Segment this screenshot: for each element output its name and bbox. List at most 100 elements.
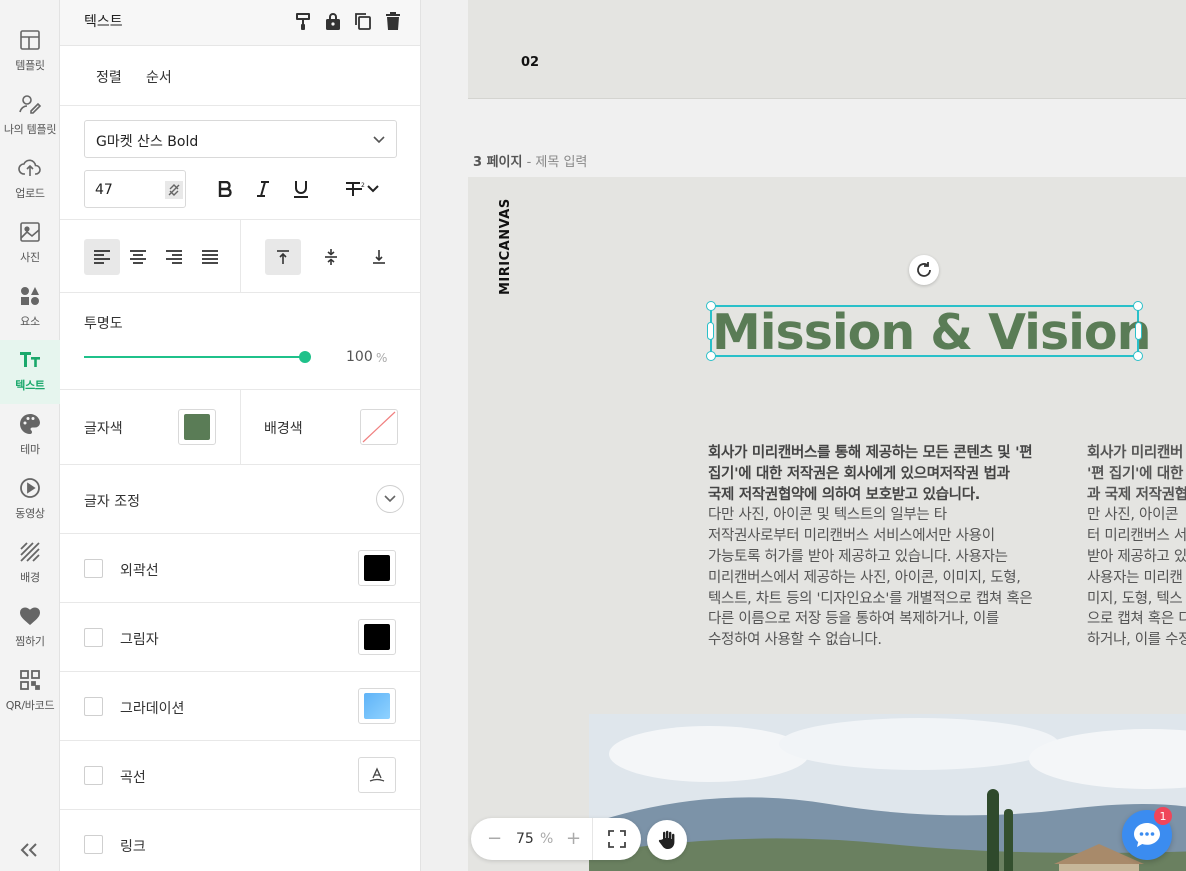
- rail-label: 찜하기: [15, 635, 45, 648]
- stepper-arrows-icon: [168, 184, 180, 196]
- zoom-value[interactable]: 75: [516, 831, 534, 847]
- valign-top-button[interactable]: [265, 239, 301, 275]
- shadow-label: 그림자: [120, 632, 159, 648]
- tab-order[interactable]: 순서: [146, 67, 172, 87]
- gradient-checkbox[interactable]: [84, 697, 103, 716]
- page-3[interactable]: MIRICANVAS Mission & Vision 회사가 미리캔버스를 통…: [468, 177, 1186, 871]
- link-option: [60, 810, 420, 871]
- chevron-down-icon: [373, 136, 385, 144]
- zoom-unit: %: [540, 831, 554, 847]
- chat-icon: [1134, 823, 1160, 847]
- resize-handle-top-right[interactable]: [1133, 301, 1143, 311]
- valign-middle-button[interactable]: [313, 239, 349, 275]
- headline-text[interactable]: Mission & Vision: [712, 304, 1151, 361]
- strikethrough-icon: 2: [346, 182, 365, 196]
- italic-button[interactable]: [252, 178, 274, 200]
- align-right-button[interactable]: [156, 239, 192, 275]
- zoom-in-button[interactable]: +: [566, 828, 581, 849]
- resize-handle-left[interactable]: [707, 322, 714, 340]
- palette-icon: [20, 414, 40, 434]
- gradient-color-fill: [364, 693, 390, 719]
- paint-roller-icon: [296, 13, 310, 30]
- rail-item-background[interactable]: 배경: [0, 532, 60, 596]
- rail-item-upload[interactable]: 업로드: [0, 148, 60, 212]
- fit-screen-button[interactable]: [608, 830, 626, 852]
- align-justify-button[interactable]: [192, 239, 228, 275]
- zoom-out-button[interactable]: −: [487, 828, 502, 849]
- gradient-color-swatch[interactable]: [358, 688, 396, 724]
- opacity-slider-track[interactable]: [84, 356, 306, 358]
- link-checkbox[interactable]: [84, 835, 103, 854]
- underline-button[interactable]: [290, 178, 312, 200]
- video-icon: [20, 478, 40, 498]
- text-adjust-toggle[interactable]: [376, 485, 404, 513]
- curve-checkbox[interactable]: [84, 766, 103, 785]
- rail-item-favorites[interactable]: 찜하기: [0, 596, 60, 660]
- divider: [240, 220, 241, 293]
- bold-button[interactable]: [214, 178, 236, 200]
- font-family-value: G마켓 산스 Bold: [96, 134, 199, 150]
- curve-settings-button[interactable]: [358, 757, 396, 793]
- text-color-swatch[interactable]: [178, 409, 216, 445]
- brand-text[interactable]: MIRICANVAS: [498, 198, 513, 295]
- body-text-right-line: 미지, 도형, 텍스: [1087, 590, 1183, 607]
- rail-label: 테마: [20, 443, 40, 456]
- duplicate-button[interactable]: [352, 10, 374, 32]
- resize-handle-top-left[interactable]: [706, 301, 716, 311]
- rail-label: 사진: [20, 251, 40, 264]
- collapse-rail-button[interactable]: [14, 837, 44, 863]
- rail-item-photo[interactable]: 사진: [0, 212, 60, 276]
- rail-item-theme[interactable]: 테마: [0, 404, 60, 468]
- rail-label: 나의 템플릿: [3, 123, 57, 136]
- chevron-down-icon: [384, 495, 396, 503]
- divider: [592, 818, 593, 860]
- resize-handle-bottom-right[interactable]: [1133, 351, 1143, 361]
- outline-checkbox[interactable]: [84, 559, 103, 578]
- page-2[interactable]: 02: [468, 0, 1186, 99]
- align-center-button[interactable]: [120, 239, 156, 275]
- selected-text-box[interactable]: Mission & Vision: [706, 301, 1151, 361]
- fullscreen-icon: [608, 830, 626, 848]
- outline-color-swatch[interactable]: [358, 550, 396, 586]
- page-title-label[interactable]: 3 페이지 - 제목 입력: [473, 151, 587, 170]
- body-text-right[interactable]: 회사가 미리캔버 '편 집기'에 대한 과 국제 저작권협 만 사진, 아이콘 터 미리…: [1087, 443, 1186, 651]
- opacity-value[interactable]: 100: [346, 349, 373, 365]
- pan-tool-button[interactable]: [647, 820, 687, 860]
- text-color-label: 글자색: [84, 421, 123, 437]
- design-canvas[interactable]: 02 3 페이지 - 제목 입력 MIRICANVAS Mission & Vi…: [421, 0, 1186, 871]
- rail-item-elements[interactable]: 요소: [0, 276, 60, 340]
- font-size-stepper[interactable]: [165, 181, 183, 199]
- page-title-placeholder: - 제목 입력: [522, 155, 588, 170]
- lock-icon: [326, 13, 340, 30]
- rail-item-my-template[interactable]: 나의 템플릿: [0, 84, 60, 148]
- left-rail: 템플릿 나의 템플릿 업로드 사진 요소 텍스트 테마 동영상 배경 찜하기 Q…: [0, 0, 60, 871]
- align-left-button[interactable]: [84, 239, 120, 275]
- opacity-slider-thumb[interactable]: [299, 351, 311, 363]
- resize-handle-bottom-left[interactable]: [706, 351, 716, 361]
- body-text-left[interactable]: 회사가 미리캔버스를 통해 제공하는 모든 콘텐츠 및 '편 집기'에 대한 저…: [708, 443, 1036, 651]
- shadow-color-swatch[interactable]: [358, 619, 396, 655]
- delete-button[interactable]: [382, 10, 404, 32]
- body-text-right-line: '편 집기'에 대한: [1087, 465, 1184, 482]
- rail-item-qr[interactable]: QR/바코드: [0, 660, 60, 724]
- page-number-text[interactable]: 02: [521, 55, 539, 70]
- panel-header: 텍스트: [60, 0, 420, 46]
- strikethrough-menu-button[interactable]: 2: [340, 178, 384, 200]
- rail-item-template[interactable]: 템플릿: [0, 20, 60, 84]
- rail-item-video[interactable]: 동영상: [0, 468, 60, 532]
- font-family-select[interactable]: G마켓 산스 Bold: [84, 120, 397, 158]
- body-text-right-line: 으로 캡쳐 혹은 디: [1087, 611, 1186, 628]
- bg-color-swatch[interactable]: [360, 409, 398, 445]
- rotate-handle[interactable]: [909, 255, 939, 285]
- rail-label: 배경: [20, 571, 40, 584]
- tab-align[interactable]: 정렬: [96, 67, 122, 87]
- resize-handle-right[interactable]: [1135, 322, 1142, 340]
- heart-icon: [19, 607, 41, 625]
- format-painter-button[interactable]: [292, 10, 314, 32]
- rail-item-text[interactable]: 텍스트: [0, 340, 60, 404]
- valign-bottom-button[interactable]: [361, 239, 397, 275]
- lock-button[interactable]: [322, 10, 344, 32]
- bg-color-label: 배경색: [264, 421, 303, 437]
- font-size-input[interactable]: 47: [84, 170, 186, 208]
- shadow-checkbox[interactable]: [84, 628, 103, 647]
